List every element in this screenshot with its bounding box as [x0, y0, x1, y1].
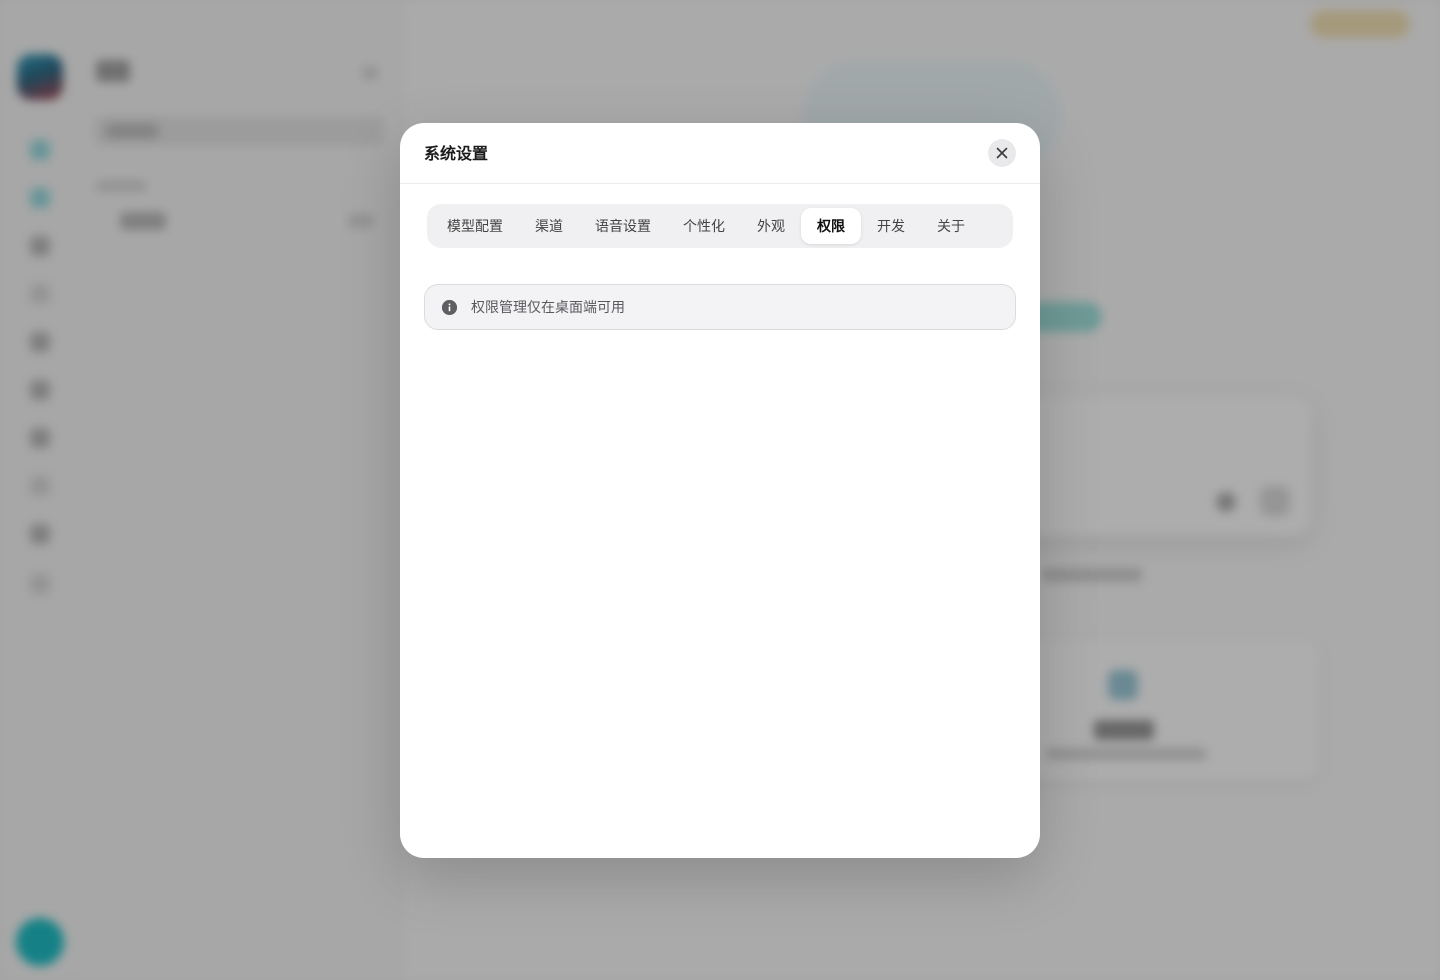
tab-8[interactable]: 关于: [921, 208, 981, 244]
close-icon: [996, 147, 1008, 159]
settings-tabs: 模型配置 渠道 语音设置 个性化 外观 权限 开发 关于: [427, 204, 1013, 248]
modal-header: 系统设置: [400, 123, 1040, 184]
notice-text: 权限管理仅在桌面端可用: [471, 300, 625, 316]
close-button[interactable]: [988, 139, 1016, 167]
tab-3[interactable]: 语音设置: [579, 208, 667, 244]
permission-notice: 权限管理仅在桌面端可用: [424, 284, 1016, 330]
info-icon: [442, 299, 457, 315]
tab-5[interactable]: 外观: [741, 208, 801, 244]
settings-modal: 系统设置 模型配置 渠道 语音设置 个性化 外观 权限 开发 关于 权限管理仅在桌面端可用: [400, 123, 1040, 858]
tab-2[interactable]: 渠道: [519, 208, 579, 244]
tab-6[interactable]: 权限: [801, 208, 861, 244]
tab-1[interactable]: 模型配置: [431, 208, 519, 244]
tab-4[interactable]: 个性化: [667, 208, 741, 244]
tab-7[interactable]: 开发: [861, 208, 921, 244]
modal-title: 系统设置: [424, 144, 489, 163]
